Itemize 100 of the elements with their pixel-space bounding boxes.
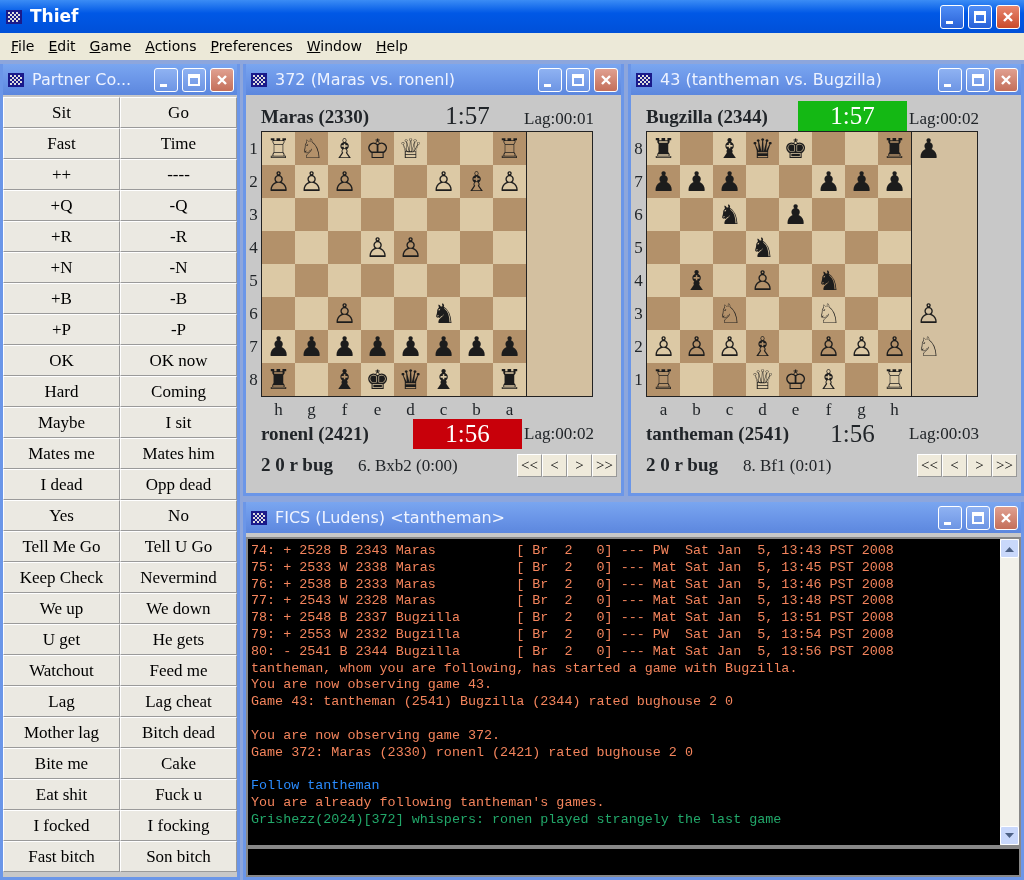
board-square[interactable] [262,231,295,264]
board-square[interactable] [746,165,779,198]
nav-button[interactable]: < [942,453,967,477]
menu-item[interactable]: File [4,33,42,60]
board-square[interactable] [460,198,493,231]
message-button[interactable]: Fast bitch [3,841,120,872]
board-square[interactable] [460,231,493,264]
board-square[interactable] [295,264,328,297]
board-square[interactable] [647,264,680,297]
message-button[interactable]: Time [120,128,237,159]
message-button[interactable]: +B [3,283,120,314]
board-square[interactable] [713,264,746,297]
message-button[interactable]: -B [120,283,237,314]
minimize-button[interactable] [538,67,562,92]
board-square[interactable] [262,264,295,297]
close-button[interactable] [994,67,1018,92]
board-square[interactable] [680,297,713,330]
maximize-button[interactable] [968,4,992,29]
close-button[interactable] [594,67,618,92]
message-button[interactable]: ---- [120,159,237,190]
message-button[interactable]: -P [120,314,237,345]
message-button[interactable]: Opp dead [120,469,237,500]
minimize-button[interactable] [940,4,964,29]
message-button[interactable]: Eat shit [3,779,120,810]
board-square[interactable] [713,231,746,264]
message-button[interactable]: Fuck u [120,779,237,810]
nav-button[interactable]: << [917,453,942,477]
board-square[interactable] [361,198,394,231]
message-button[interactable]: We down [120,593,237,624]
maximize-button[interactable] [182,67,206,92]
message-button[interactable]: I focking [120,810,237,841]
board-square[interactable] [680,198,713,231]
chess-piece[interactable]: ♟ [916,135,941,162]
board-square[interactable] [493,198,526,231]
message-button[interactable]: +P [3,314,120,345]
board-square[interactable] [295,363,328,396]
menu-item[interactable]: Window [299,33,369,60]
board-square[interactable] [878,231,911,264]
board-square[interactable] [493,264,526,297]
board-square[interactable] [812,231,845,264]
message-button[interactable]: Bitch dead [120,717,237,748]
message-button[interactable]: Tell Me Go [3,531,120,562]
board-square[interactable] [779,330,812,363]
message-button[interactable]: Lag [3,686,120,717]
board-square[interactable] [647,198,680,231]
board-square[interactable] [262,297,295,330]
board-square[interactable] [680,132,713,165]
message-button[interactable]: Nevermind [120,562,237,593]
message-button[interactable]: I dead [3,469,120,500]
nav-button[interactable]: >> [592,453,617,477]
message-button[interactable]: Lag cheat [120,686,237,717]
board-square[interactable] [746,297,779,330]
board-square[interactable] [295,198,328,231]
board-square[interactable] [713,363,746,396]
board-square[interactable] [680,231,713,264]
command-input[interactable] [246,847,1021,877]
message-button[interactable]: Mates him [120,438,237,469]
message-button[interactable]: Mother lag [3,717,120,748]
board-square[interactable] [845,363,878,396]
message-button[interactable]: Hard [3,376,120,407]
message-button[interactable]: OK now [120,345,237,376]
board-square[interactable] [746,198,779,231]
nav-button[interactable]: < [542,453,567,477]
board-square[interactable] [361,297,394,330]
board-square[interactable] [295,231,328,264]
message-button[interactable]: -Q [120,190,237,221]
close-button[interactable] [996,4,1020,29]
menu-item[interactable]: Game [82,33,139,60]
board-square[interactable] [394,198,427,231]
board-square[interactable] [427,231,460,264]
message-button[interactable]: Mates me [3,438,120,469]
message-button[interactable]: Sit [3,97,120,128]
board-square[interactable] [878,198,911,231]
board-square[interactable] [812,198,845,231]
board-square[interactable] [460,363,493,396]
board-square[interactable] [845,264,878,297]
message-button[interactable]: No [120,500,237,531]
message-button[interactable]: Maybe [3,407,120,438]
board-square[interactable] [845,297,878,330]
board-square[interactable] [845,198,878,231]
message-button[interactable]: U get [3,624,120,655]
message-button[interactable]: Son bitch [120,841,237,872]
message-button[interactable]: +Q [3,190,120,221]
message-button[interactable]: I sit [120,407,237,438]
maximize-button[interactable] [566,67,590,92]
message-button[interactable]: Feed me [120,655,237,686]
board-square[interactable] [361,264,394,297]
close-button[interactable] [994,505,1018,530]
board-square[interactable] [295,297,328,330]
message-button[interactable]: Bite me [3,748,120,779]
board-square[interactable] [394,165,427,198]
board-square[interactable] [878,264,911,297]
message-button[interactable]: Keep Check [3,562,120,593]
message-button[interactable]: +N [3,252,120,283]
board-square[interactable] [779,165,812,198]
board-square[interactable] [394,264,427,297]
maximize-button[interactable] [966,67,990,92]
message-button[interactable]: He gets [120,624,237,655]
nav-button[interactable]: << [517,453,542,477]
board-square[interactable] [262,198,295,231]
